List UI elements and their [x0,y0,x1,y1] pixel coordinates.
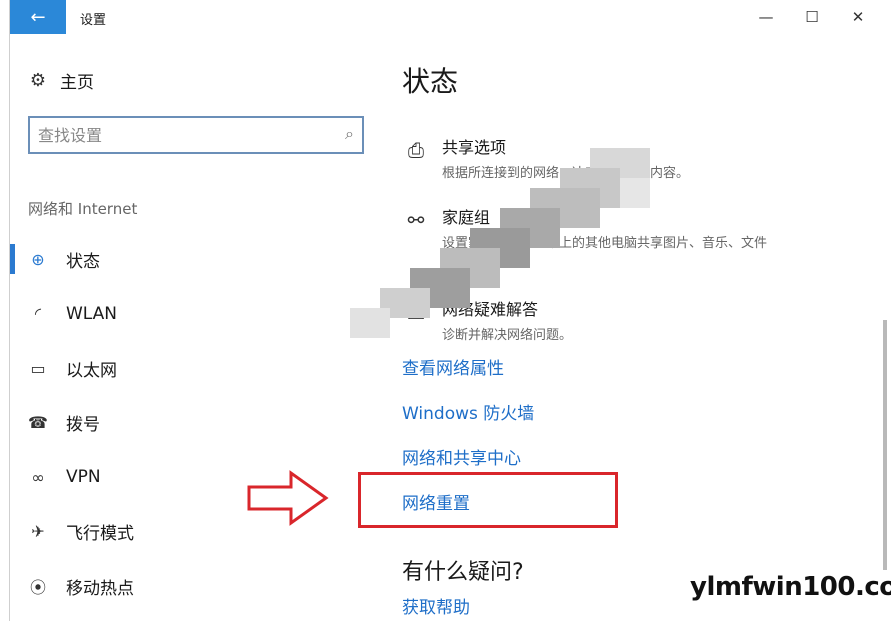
close-icon: ✕ [851,8,865,26]
vpn-icon: ∞ [31,467,45,487]
troubleshoot-item[interactable]: ⚠ 网络疑难解答 诊断并解决网络问题。 [402,296,882,343]
scrollbar[interactable] [883,320,887,570]
minimize-button[interactable]: — [746,4,786,30]
get-help-link[interactable]: 获取帮助 [402,593,470,618]
sidebar-home[interactable]: ⚙ 主页 [28,68,94,93]
annotation-arrow-icon [247,470,329,526]
sidebar-item-status[interactable]: ⊕ 状态 [10,232,380,287]
watermark: ylmfwin100.com [690,572,891,602]
sidebar-item-label: 移动热点 [66,578,134,599]
windows-firewall-link[interactable]: Windows 防火墙 [402,399,534,424]
sidebar-nav: ⊕ 状态 ◜ WLAN ▭ 以太网 ☎ 拨号 ∞ VPN ✈ 飞行模式 ⦿ 移动… [10,232,380,614]
wifi-icon: ◜ [34,304,42,324]
globe-icon: ⊕ [31,249,45,269]
maximize-button[interactable]: ☐ [792,4,832,30]
close-button[interactable]: ✕ [838,4,878,30]
sharing-center-link[interactable]: 网络和共享中心 [402,444,521,469]
sharing-icon: ⎙ [408,138,424,162]
sidebar-item-wlan[interactable]: ◜ WLAN [10,287,380,342]
setting-desc: 根据所连接到的网络，决定要共享的内容。 [442,166,690,181]
sidebar-item-hotspot[interactable]: ⦿ 移动热点 [10,559,380,614]
title-bar: ← 设置 — ☐ ✕ [10,0,891,34]
sidebar-item-label: VPN [66,467,101,488]
search-input[interactable] [38,124,328,146]
view-network-properties-link[interactable]: 查看网络属性 [402,354,504,379]
warning-icon: ⚠ [407,300,425,324]
section-heading: 网络和 Internet [28,200,138,218]
sidebar-item-dialup[interactable]: ☎ 拨号 [10,396,380,451]
homegroup-icon: ⚯ [407,208,425,232]
sidebar-item-label: WLAN [66,303,118,324]
back-arrow-icon: ← [30,6,46,28]
minimize-icon: — [758,8,774,26]
highlight-box [358,472,618,528]
help-heading: 有什么疑问? [402,560,524,585]
setting-name: 网络疑难解答 [442,300,539,319]
setting-name: 家庭组 [442,208,491,227]
setting-desc: 设置家庭组，与网络上的其他电脑共享图片、音乐、文件 [442,236,768,251]
sidebar-item-label: 拨号 [66,415,100,436]
sidebar-item-label: 飞行模式 [66,524,134,545]
airplane-icon: ✈ [31,522,45,542]
sidebar-item-label: 状态 [66,251,100,272]
phone-icon: ☎ [28,413,48,433]
sidebar-item-label: 以太网 [66,360,117,381]
settings-window: ← 设置 — ☐ ✕ ⚙ 主页 ⌕ 网络和 Internet ⊕ 状态 ◜ WL… [9,0,891,621]
setting-desc: 诊断并解决网络问题。 [442,328,573,343]
ethernet-icon: ▭ [30,358,46,378]
page-title: 状态 [402,65,459,98]
homegroup-item[interactable]: ⚯ 家庭组 设置家庭组，与网络上的其他电脑共享图片、音乐、文件 [402,204,882,251]
maximize-icon: ☐ [805,8,819,26]
home-label: 主页 [60,73,94,93]
setting-name: 共享选项 [442,138,507,157]
hotspot-icon: ⦿ [29,578,46,598]
sharing-options-item[interactable]: ⎙ 共享选项 根据所连接到的网络，决定要共享的内容。 [402,134,882,181]
search-box[interactable]: ⌕ [28,116,364,154]
search-icon[interactable]: ⌕ [345,124,354,144]
window-title: 设置 [80,13,107,28]
sidebar-item-ethernet[interactable]: ▭ 以太网 [10,341,380,396]
gear-icon: ⚙ [29,70,47,91]
back-button[interactable]: ← [10,0,66,34]
